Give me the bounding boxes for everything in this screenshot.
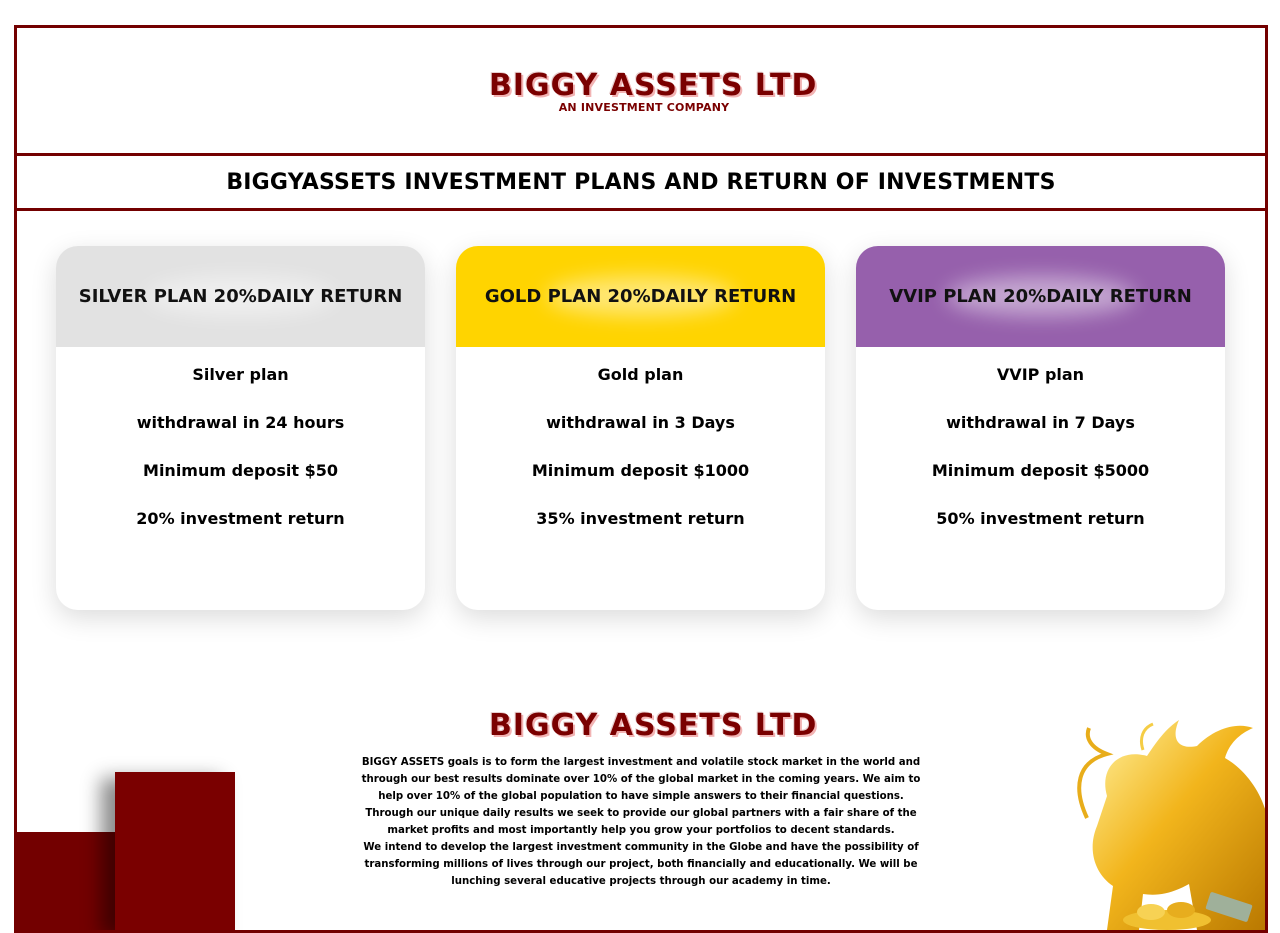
plan-name: Silver plan	[192, 365, 289, 384]
plan-heading: SILVER PLAN 20%DAILY RETURN	[78, 286, 403, 307]
plan-deposit: Minimum deposit $5000	[931, 461, 1150, 480]
footer-brand-logo[interactable]: BIGGY ASSETS LTD	[489, 708, 818, 744]
plan-return: 50% investment return	[936, 509, 1145, 528]
brand-logo[interactable]: BIGGY ASSETS LTD AN INVESTMENT COMPANY	[489, 68, 818, 114]
about-paragraph: We intend to develop the largest investm…	[363, 842, 919, 887]
plan-heading: GOLD PLAN 20%DAILY RETURN	[484, 286, 797, 307]
brand-name: BIGGY ASSETS LTD	[489, 708, 818, 743]
plan-return: 20% investment return	[136, 509, 345, 528]
plan-name: VVIP plan	[996, 365, 1085, 384]
header: BIGGY ASSETS LTD AN INVESTMENT COMPANY	[17, 28, 1265, 156]
page-frame: BIGGY ASSETS LTD AN INVESTMENT COMPANY B…	[14, 25, 1268, 933]
plan-withdrawal: withdrawal in 24 hours	[136, 413, 345, 432]
decorative-block	[115, 772, 235, 930]
plan-return: 35% investment return	[536, 509, 745, 528]
golden-bull-icon	[1077, 720, 1265, 930]
plan-deposit: Minimum deposit $50	[143, 461, 338, 480]
plan-card-gold: GOLD PLAN 20%DAILY RETURN Gold plan with…	[456, 246, 825, 610]
plan-header: VVIP PLAN 20%DAILY RETURN	[856, 246, 1225, 347]
about-text: BIGGY ASSETS goals is to form the larges…	[357, 754, 925, 890]
plan-card-vvip: VVIP PLAN 20%DAILY RETURN VVIP plan with…	[856, 246, 1225, 610]
plan-details: VVIP plan withdrawal in 7 Days Minimum d…	[856, 347, 1225, 529]
page-title-bar: BIGGYASSETS INVESTMENT PLANS AND RETURN …	[17, 156, 1265, 211]
plan-details: Gold plan withdrawal in 3 Days Minimum d…	[456, 347, 825, 529]
plan-deposit: Minimum deposit $1000	[531, 461, 750, 480]
decorative-block	[17, 832, 117, 930]
plan-withdrawal: withdrawal in 7 Days	[946, 413, 1135, 432]
plan-name: Gold plan	[597, 365, 684, 384]
plan-header: GOLD PLAN 20%DAILY RETURN	[456, 246, 825, 347]
plan-details: Silver plan withdrawal in 24 hours Minim…	[56, 347, 425, 529]
plan-heading: VVIP PLAN 20%DAILY RETURN	[889, 286, 1192, 307]
brand-name: BIGGY ASSETS LTD	[489, 68, 818, 103]
plan-card-silver: SILVER PLAN 20%DAILY RETURN Silver plan …	[56, 246, 425, 610]
about-paragraph: BIGGY ASSETS goals is to form the larges…	[361, 757, 921, 836]
plan-header: SILVER PLAN 20%DAILY RETURN	[56, 246, 425, 347]
plan-withdrawal: withdrawal in 3 Days	[546, 413, 735, 432]
page-title: BIGGYASSETS INVESTMENT PLANS AND RETURN …	[226, 169, 1056, 195]
